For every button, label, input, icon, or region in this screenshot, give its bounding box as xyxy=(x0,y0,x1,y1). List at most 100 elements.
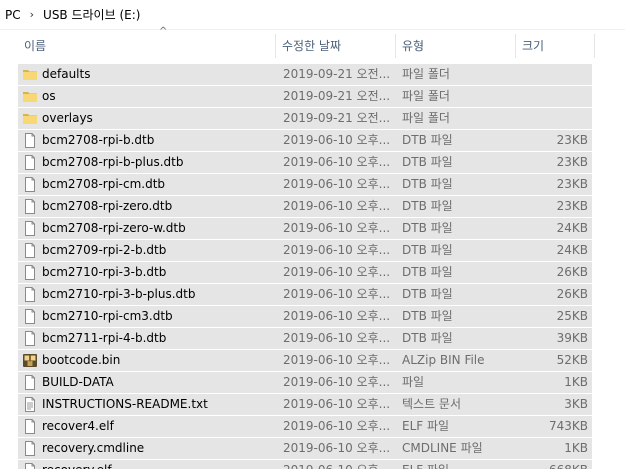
file-size xyxy=(518,64,588,85)
file-date: 2019-06-10 오후... xyxy=(283,199,391,213)
file-size: 668KB xyxy=(518,460,588,469)
file-size: 25KB xyxy=(556,309,588,323)
file-type: 파일 폴더 xyxy=(402,67,450,81)
file-name: overlays xyxy=(42,111,93,125)
file-type: DTB 파일 xyxy=(402,309,453,323)
folder-icon xyxy=(22,111,38,126)
file-name: os xyxy=(42,89,56,103)
file-icon xyxy=(22,199,38,214)
file-row[interactable]: bcm2708-rpi-zero.dtb 2019-06-10 오후... DTB … xyxy=(18,196,592,218)
file-row[interactable]: bcm2708-rpi-cm.dtb 2019-06-10 오후... DTB 파일… xyxy=(18,174,592,196)
file-row[interactable]: bcm2711-rpi-4-b.dtb 2019-06-10 오후... DTB 파… xyxy=(18,328,592,350)
file-type: ELF 파일 xyxy=(402,460,512,469)
file-size: 1KB xyxy=(564,441,588,455)
file-date: 2019-06-10 오후... xyxy=(283,331,391,345)
file-name: BUILD-DATA xyxy=(42,375,114,389)
file-type: DTB 파일 xyxy=(402,287,453,301)
file-date: 2019-09-21 오전... xyxy=(283,89,391,103)
file-icon xyxy=(22,309,38,324)
file-type: 파일 폴더 xyxy=(402,89,450,103)
file-date: 2019-06-10 오후... xyxy=(283,309,391,323)
file-date: 2019-06-10 오후... xyxy=(283,419,391,433)
column-header-size[interactable]: 크기 xyxy=(516,33,594,59)
file-icon xyxy=(22,243,38,258)
file-date: 2019-06-10 오후... xyxy=(283,441,391,455)
file-row[interactable]: defaults 2019-09-21 오전... 파일 폴더 xyxy=(18,64,592,86)
file-icon xyxy=(22,265,38,280)
file-name: defaults xyxy=(42,67,91,81)
file-row[interactable]: bcm2710-rpi-3-b-plus.dtb 2019-06-10 오후...… xyxy=(18,284,592,306)
file-type: ALZip BIN File xyxy=(402,353,485,367)
file-type: DTB 파일 xyxy=(402,177,453,191)
file-name: bcm2708-rpi-b.dtb xyxy=(42,133,155,147)
file-icon xyxy=(22,441,38,456)
file-row[interactable]: recovery.cmdline 2019-06-10 오후... CMDLINE … xyxy=(18,438,592,460)
file-size xyxy=(518,108,588,129)
file-row[interactable]: INSTRUCTIONS-README.txt 2019-06-10 오후... 텍… xyxy=(18,394,592,416)
breadcrumb-pc[interactable]: PC xyxy=(5,8,21,22)
column-header-name[interactable]: 이름 ^ xyxy=(18,27,275,59)
file-row[interactable]: overlays 2019-09-21 오전... 파일 폴더 xyxy=(18,108,592,130)
file-size: 3KB xyxy=(564,397,588,411)
file-row[interactable]: bootcode.bin 2019-06-10 오후... ALZip BIN Fi… xyxy=(18,350,592,372)
file-type: 파일 폴더 xyxy=(402,111,450,125)
file-type: DTB 파일 xyxy=(402,331,453,345)
file-row[interactable]: bcm2710-rpi-cm3.dtb 2019-06-10 오후... DTB 파… xyxy=(18,306,592,328)
file-icon xyxy=(22,155,38,170)
file-date: 2019-06-10 오후... xyxy=(283,287,391,301)
file-size: 24KB xyxy=(556,221,588,235)
column-header: 이름 ^ 수정한 날짜 유형 크기 xyxy=(0,27,625,59)
folder-icon xyxy=(22,89,38,104)
file-date: 2019-09-21 오전... xyxy=(283,111,391,125)
file-type: 파일 xyxy=(402,375,425,389)
file-type: DTB 파일 xyxy=(402,199,453,213)
file-type: DTB 파일 xyxy=(402,155,453,169)
file-name: recovery.elf xyxy=(42,460,272,469)
file-row[interactable]: bcm2708-rpi-zero-w.dtb 2019-06-10 오후... DT… xyxy=(18,218,592,240)
file-date: 2019-06-10 오후... xyxy=(283,397,391,411)
file-date: 2019-06-10 오후... xyxy=(283,353,391,367)
file-icon xyxy=(22,133,38,148)
file-type: DTB 파일 xyxy=(402,133,453,147)
file-size: 26KB xyxy=(556,265,588,279)
chevron-right-icon[interactable]: › xyxy=(30,8,34,21)
breadcrumb-usb-drive[interactable]: USB 드라이브 (E:) xyxy=(43,6,140,23)
file-row[interactable]: os 2019-09-21 오전... 파일 폴더 xyxy=(18,86,592,108)
file-list: defaults 2019-09-21 오전... 파일 폴더 os 2019-09-2… xyxy=(18,64,592,469)
folder-icon xyxy=(22,67,38,82)
file-date: 2019-06-10 오후... xyxy=(283,460,393,469)
file-row[interactable]: bcm2708-rpi-b.dtb 2019-06-10 오후... DTB 파일 2… xyxy=(18,130,592,152)
column-divider[interactable] xyxy=(594,34,595,58)
file-size: 23KB xyxy=(556,133,588,147)
file-name: INSTRUCTIONS-README.txt xyxy=(42,397,208,411)
file-row[interactable]: BUILD-DATA 2019-06-10 오후... 파일 1KB xyxy=(18,372,592,394)
file-name: bcm2708-rpi-b-plus.dtb xyxy=(42,155,184,169)
file-size: 26KB xyxy=(556,287,588,301)
file-name: recovery.cmdline xyxy=(42,441,145,455)
file-size: 39KB xyxy=(556,331,588,345)
column-header-size-label: 크기 xyxy=(522,39,545,53)
file-row[interactable]: bcm2710-rpi-3-b.dtb 2019-06-10 오후... DTB 파… xyxy=(18,262,592,284)
file-row[interactable]: bcm2709-rpi-2-b.dtb 2019-06-10 오후... DTB 파… xyxy=(18,240,592,262)
file-name: bcm2708-rpi-zero.dtb xyxy=(42,199,173,213)
file-icon xyxy=(22,463,38,469)
file-row[interactable]: recover4.elf 2019-06-10 오후... ELF 파일 743KB xyxy=(18,416,592,438)
file-date: 2019-06-10 오후... xyxy=(283,243,391,257)
file-icon xyxy=(22,177,38,192)
text-file-icon xyxy=(22,397,38,412)
file-size: 1KB xyxy=(564,375,588,389)
file-type: ELF 파일 xyxy=(402,419,450,433)
file-type: CMDLINE 파일 xyxy=(402,441,483,455)
file-name: bcm2710-rpi-cm3.dtb xyxy=(42,309,173,323)
file-size: 23KB xyxy=(556,155,588,169)
file-name: bcm2711-rpi-4-b.dtb xyxy=(42,331,167,345)
file-icon xyxy=(22,419,38,434)
column-header-type[interactable]: 유형 xyxy=(396,33,515,59)
file-row[interactable]: bcm2708-rpi-b-plus.dtb 2019-06-10 오후... DT… xyxy=(18,152,592,174)
file-row[interactable]: recovery.elf 2019-06-10 오후... ELF 파일 668KB xyxy=(18,460,592,469)
column-header-name-label: 이름 xyxy=(24,39,47,53)
file-type: DTB 파일 xyxy=(402,221,453,235)
file-explorer: PC › USB 드라이브 (E:) 이름 ^ 수정한 날짜 유형 크기 def… xyxy=(0,0,625,469)
column-header-date[interactable]: 수정한 날짜 xyxy=(276,33,395,59)
file-name: bcm2708-rpi-zero-w.dtb xyxy=(42,221,186,235)
